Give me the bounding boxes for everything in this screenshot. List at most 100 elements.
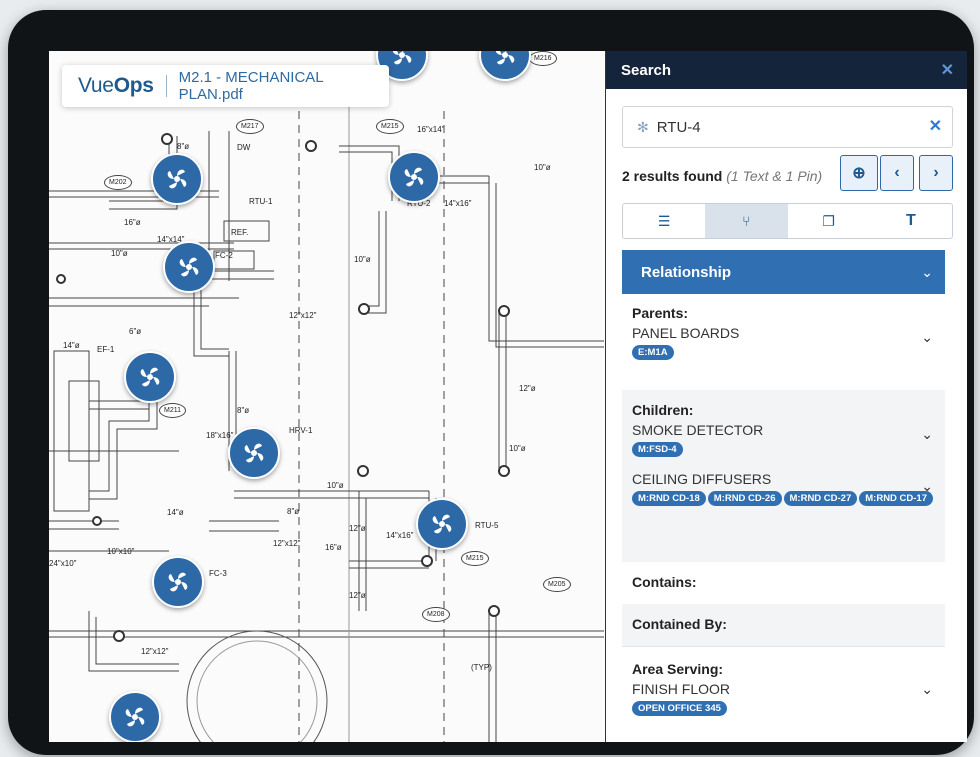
plan-label-duct: 16"ø	[325, 543, 342, 552]
chevron-down-icon[interactable]: ⌄	[921, 329, 933, 346]
diffuser-tag[interactable]: M:RND CD-27	[783, 491, 858, 506]
document-title-bar: VueOps M2.1 - MECHANICAL PLAN.pdf	[62, 65, 389, 107]
area-serving-section: Area Serving: FINISH FLOOR OPEN OFFICE 3…	[622, 661, 945, 741]
chevron-down-icon[interactable]: ⌄	[921, 426, 933, 443]
plan-label-fc-3: FC-3	[209, 569, 227, 578]
children-section: Children: SMOKE DETECTOR M:FSD-4 ⌄ CEILI…	[622, 390, 945, 562]
fan-icon	[392, 51, 412, 65]
fan-icon	[179, 257, 199, 277]
plan-label-duct: 6"ø	[129, 327, 142, 336]
room-tag: M216	[529, 51, 557, 66]
search-panel-title: Search	[621, 61, 672, 79]
text-icon: T	[905, 212, 916, 229]
plan-label-duct: 16"ø	[124, 218, 141, 227]
equipment-pin[interactable]	[152, 556, 204, 608]
plan-label-duct: 12"ø	[519, 384, 536, 393]
close-icon[interactable]: ✕	[941, 60, 954, 80]
plan-label-duct: 10"ø	[327, 481, 344, 490]
plan-label-dw: DW	[237, 143, 251, 152]
plan-label-duct: 24"x10"	[49, 559, 77, 568]
diffuser-tag[interactable]: M:RND CD-18	[632, 491, 706, 506]
tab-relationship[interactable]: ⑂	[705, 204, 788, 238]
contains-section: Contains:	[622, 574, 945, 604]
contained-by-heading: Contained By:	[632, 616, 727, 632]
plan-label-duct: 10"ø	[534, 163, 551, 172]
divider	[622, 646, 945, 647]
search-input[interactable]: ✻ RTU-4 ✕	[622, 106, 953, 148]
equipment-pin-rtu-5[interactable]	[416, 498, 468, 550]
plan-label-rtu-1: RTU-1	[249, 197, 273, 206]
fan-icon	[168, 572, 188, 592]
next-result-button[interactable]: ›	[919, 155, 953, 191]
vueops-logo: VueOps	[78, 74, 154, 97]
plan-label-duct: 10"ø	[111, 249, 128, 258]
plan-label-duct: 14"ø	[63, 341, 80, 350]
search-panel-header: Search ✕	[606, 51, 967, 89]
equipment-pin[interactable]	[228, 427, 280, 479]
clear-search-icon[interactable]: ✕	[929, 116, 942, 136]
zoom-to-result-button[interactable]: ⊕	[840, 155, 878, 191]
chevron-down-icon[interactable]: ⌄	[921, 478, 933, 495]
fan-icon	[125, 707, 145, 727]
chevron-down-icon: ⌄	[921, 263, 933, 280]
plan-label-hrv-1: HRV-1	[289, 426, 313, 435]
documents-icon: ❐	[822, 212, 835, 229]
room-tag: M202	[104, 175, 132, 190]
relationship-icon: ⑂	[742, 213, 751, 229]
tablet-frame: RTU-1 RTU-2 RTU-5 FC-2 FC-3 EF-1 HRV-1 1…	[8, 10, 974, 755]
room-tag: M211	[159, 403, 186, 418]
results-summary: 2 results found (1 Text & 1 Pin)	[622, 168, 822, 184]
chevron-right-icon: ›	[933, 164, 939, 181]
children-heading: Children:	[632, 402, 694, 418]
fan-icon: ✻	[637, 118, 649, 135]
plan-label-duct: 14"x16"	[444, 199, 472, 208]
fan-icon	[244, 443, 264, 463]
plan-label-duct: 12"x12"	[289, 311, 317, 320]
equipment-pin[interactable]	[109, 691, 161, 742]
results-detail: (1 Text & 1 Pin)	[726, 168, 823, 184]
fan-icon	[140, 367, 160, 387]
room-tag: M208	[422, 607, 450, 622]
relationship-accordion-header[interactable]: Relationship ⌄	[622, 250, 945, 294]
mechanical-plan-viewer[interactable]: RTU-1 RTU-2 RTU-5 FC-2 FC-3 EF-1 HRV-1 1…	[49, 51, 604, 742]
zoom-in-icon: ⊕	[852, 165, 866, 182]
plan-label-duct: 8"ø	[237, 406, 250, 415]
child-smoke-detector-name: SMOKE DETECTOR	[632, 422, 764, 438]
diffuser-tag[interactable]: M:RND CD-26	[707, 491, 782, 506]
previous-result-button[interactable]: ‹	[880, 155, 914, 191]
room-tag: M215	[376, 119, 404, 134]
chevron-down-icon[interactable]: ⌄	[921, 681, 933, 698]
tab-text[interactable]: T	[870, 204, 952, 238]
plan-label-duct: 12"x12"	[273, 539, 301, 548]
plan-label-typ: (TYP)	[471, 663, 492, 672]
plan-label-duct: 10"x10"	[107, 547, 135, 556]
plan-label-duct: 12"x12"	[141, 647, 169, 656]
area-serving-heading: Area Serving:	[632, 661, 724, 677]
parents-heading: Parents:	[632, 305, 689, 321]
equipment-pin-rtu-2[interactable]	[388, 151, 440, 203]
child-ceiling-diffusers-name: CEILING DIFFUSERS	[632, 471, 772, 487]
plan-label-ref: REF.	[231, 228, 249, 237]
chevron-left-icon: ‹	[894, 164, 900, 181]
panel-tabs: ☰ ⑂ ❐ T	[622, 203, 953, 239]
list-icon: ☰	[657, 212, 671, 229]
tab-documents[interactable]: ❐	[788, 204, 870, 238]
fan-icon	[432, 514, 452, 534]
parents-name: PANEL BOARDS	[632, 325, 740, 341]
equipment-pin[interactable]	[124, 351, 176, 403]
room-tag: M217	[236, 119, 264, 134]
search-panel: Search ✕ ✻ RTU-4 ✕ 2 results found (1 Te…	[605, 51, 967, 742]
screen: RTU-1 RTU-2 RTU-5 FC-2 FC-3 EF-1 HRV-1 1…	[49, 51, 967, 742]
equipment-pin[interactable]	[163, 241, 215, 293]
room-tag: M205	[543, 577, 571, 592]
parents-tag[interactable]: E:M1A	[632, 345, 674, 360]
area-serving-name: FINISH FLOOR	[632, 681, 731, 697]
tab-list[interactable]: ☰	[623, 204, 705, 238]
equipment-pin[interactable]	[151, 153, 203, 205]
contains-heading: Contains:	[632, 574, 697, 590]
fan-icon	[404, 167, 424, 187]
area-serving-tag[interactable]: OPEN OFFICE 345	[632, 701, 727, 716]
fan-icon	[495, 51, 515, 65]
child-smoke-detector-tag[interactable]: M:FSD-4	[632, 442, 683, 457]
plan-label-duct: 10"ø	[509, 444, 526, 453]
